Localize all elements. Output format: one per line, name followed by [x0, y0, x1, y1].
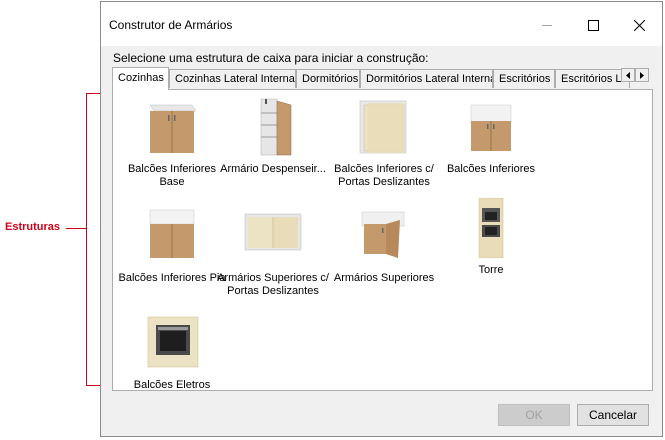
sink-cabinet-icon	[149, 209, 195, 258]
minimize-button[interactable]	[524, 10, 570, 40]
instruction-text: Selecione uma estrutura de caixa para in…	[113, 51, 429, 65]
tab-scroll-right-button[interactable]	[635, 68, 649, 82]
structure-item[interactable]: Torre	[435, 198, 547, 277]
tab-cozinhas-lateral-interna[interactable]: Cozinhas Lateral Interna	[169, 69, 296, 88]
arrow-right-icon	[640, 71, 644, 79]
annotation-label: Estruturas	[5, 221, 61, 233]
structure-label: Balcões Inferiores Base	[127, 163, 217, 188]
structure-label: Armários Superiores c/ Portas Deslizante…	[217, 272, 329, 297]
tower-cabinet-icon	[478, 198, 504, 258]
minimize-icon	[542, 25, 552, 26]
cancel-button[interactable]: Cancelar	[577, 404, 649, 426]
structure-label: Balcões Inferiores	[446, 163, 536, 175]
structure-item[interactable]: Balcões Inferiores c/ Portas Deslizantes	[328, 97, 440, 189]
structure-item[interactable]: Balcões Inferiores	[435, 97, 547, 176]
upper-cabinet-icon	[361, 211, 405, 258]
tab-scroll-left-button[interactable]	[621, 68, 635, 82]
tab-scroll-buttons	[621, 68, 649, 82]
tab-dormitorios[interactable]: Dormitórios	[296, 69, 360, 88]
tab-cozinhas[interactable]: Cozinhas	[112, 67, 169, 90]
appliance-cabinet-icon	[147, 316, 199, 368]
structures-panel: Balcões Inferiores Base Armário Despense…	[112, 89, 653, 391]
structure-item[interactable]: Balcões Eletros	[116, 313, 228, 392]
structure-label: Torre	[478, 264, 504, 276]
structure-label: Balcões Eletros	[133, 379, 211, 391]
close-icon	[633, 19, 645, 31]
tab-escritorios[interactable]: Escritórios	[493, 69, 555, 88]
arrow-left-icon	[626, 71, 630, 79]
armarios-builder-window: Construtor de Armários Selecione uma est…	[100, 1, 663, 437]
structure-item[interactable]: Armários Superiores c/ Portas Deslizante…	[217, 206, 329, 298]
title-bar: Construtor de Armários	[101, 2, 662, 46]
ok-button[interactable]: OK	[498, 404, 570, 426]
upper-sliding-cabinet-icon	[244, 213, 302, 251]
structure-item[interactable]: Balcões Inferiores Pia	[116, 206, 228, 285]
lower-cabinet-icon	[470, 104, 512, 151]
sliding-door-cabinet-icon	[359, 100, 407, 154]
tab-dormitorios-lateral-interna[interactable]: Dormitórios Lateral Interna	[360, 69, 493, 88]
structure-label: Balcões Inferiores Pia	[118, 272, 226, 284]
maximize-icon	[587, 19, 599, 31]
annotation-connector	[66, 228, 86, 229]
tab-escritorios-lateral[interactable]: Escritórios La	[555, 69, 630, 88]
structure-label: Armário Despenseir...	[220, 163, 326, 175]
category-tabs: Cozinhas Cozinhas Lateral Interna Dormit…	[112, 67, 630, 90]
structure-label: Armários Superiores	[333, 272, 435, 284]
structure-item[interactable]: Balcões Inferiores Base	[116, 97, 228, 189]
base-cabinet-icon	[149, 104, 197, 153]
maximize-button[interactable]	[570, 10, 616, 40]
window-title: Construtor de Armários	[109, 18, 233, 32]
structure-label: Balcões Inferiores c/ Portas Deslizantes	[334, 163, 434, 188]
structure-item[interactable]: Armários Superiores	[328, 206, 440, 285]
annotation-bracket	[86, 93, 87, 386]
pantry-cabinet-icon	[260, 98, 292, 156]
close-button[interactable]	[616, 10, 662, 40]
structure-item[interactable]: Armário Despenseir...	[217, 97, 329, 176]
